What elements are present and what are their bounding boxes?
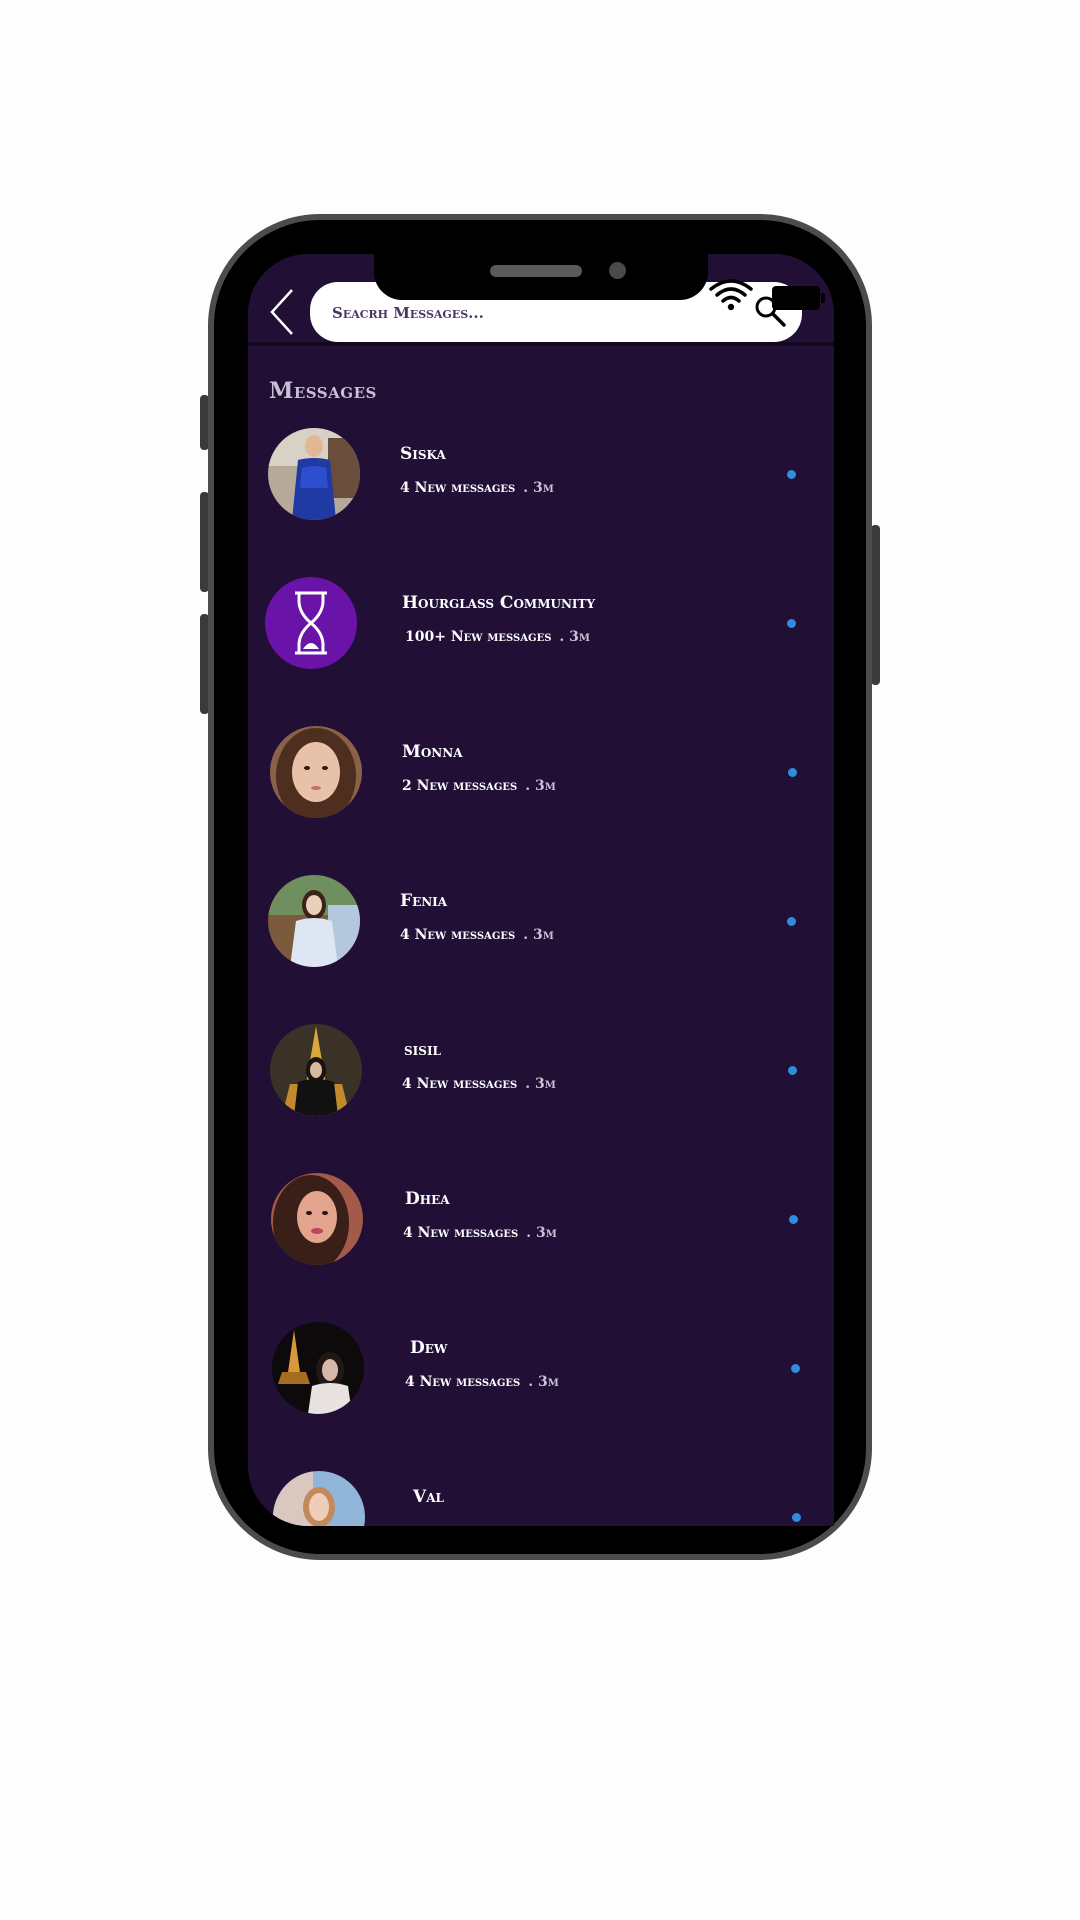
unread-indicator <box>788 1066 797 1075</box>
unread-indicator <box>792 1513 801 1522</box>
new-messages-count: 4 New messages <box>403 1225 519 1241</box>
message-summary: 4 New messages . 3m <box>403 1225 557 1241</box>
timestamp: . 3m <box>523 927 554 943</box>
unread-indicator <box>789 1215 798 1224</box>
new-messages-count: 4 New messages <box>405 1374 521 1390</box>
timestamp: . 3m <box>523 480 554 496</box>
contact-name: Val <box>413 1487 444 1507</box>
conversation-item[interactable]: Dew 4 New messages . 3m <box>248 1322 834 1442</box>
contact-name: Siska <box>400 444 446 464</box>
new-messages-count: 4 New messages <box>402 1076 518 1092</box>
unread-indicator <box>791 1364 800 1373</box>
unread-indicator <box>787 917 796 926</box>
contact-name: sisil <box>404 1040 441 1060</box>
contact-name: Fenia <box>400 891 448 911</box>
chevron-left-icon[interactable] <box>268 288 298 336</box>
power-button <box>871 525 880 685</box>
avatar <box>268 875 360 967</box>
contact-name: Dew <box>410 1338 448 1358</box>
new-messages-count: 100+ New messages <box>405 629 552 645</box>
avatar <box>265 577 357 669</box>
speaker-grille <box>490 265 582 277</box>
avatar <box>272 1322 364 1414</box>
contact-name: Monna <box>402 742 463 762</box>
app-screen: Messages Siska 4 New messages . 3m <box>248 254 834 1526</box>
timestamp: . 3m <box>528 1374 559 1390</box>
unread-indicator <box>788 768 797 777</box>
conversation-item[interactable]: Siska 4 New messages . 3m <box>248 428 834 548</box>
message-summary: 100+ New messages . 3m <box>405 629 590 645</box>
message-summary: 4 New messages . 3m <box>402 1076 556 1092</box>
battery-icon <box>772 286 820 310</box>
message-summary: 4 New messages . 3m <box>400 927 554 943</box>
hourglass-icon <box>295 591 327 655</box>
conversation-item[interactable]: Dhea 4 New messages . 3m <box>248 1173 834 1293</box>
message-summary: 4 New messages . 3m <box>405 1374 559 1390</box>
contact-name: Hourglass Community <box>402 593 596 613</box>
message-summary: 4 New messages . 3m <box>400 480 554 496</box>
message-summary: 2 New messages . 3m <box>402 778 556 794</box>
unread-indicator <box>787 619 796 628</box>
front-camera <box>609 262 626 279</box>
conversation-item[interactable]: Val <box>248 1471 834 1526</box>
conversation-item[interactable]: Monna 2 New messages . 3m <box>248 726 834 846</box>
contact-name: Dhea <box>405 1189 450 1209</box>
timestamp: . 3m <box>559 629 590 645</box>
avatar <box>273 1471 365 1526</box>
avatar <box>268 428 360 520</box>
conversation-item[interactable]: sisil 4 New messages . 3m <box>248 1024 834 1144</box>
wifi-icon <box>709 279 753 311</box>
avatar <box>270 726 362 818</box>
new-messages-count: 2 New messages <box>402 778 518 794</box>
new-messages-count: 4 New messages <box>400 480 516 496</box>
timestamp: . 3m <box>525 1076 556 1092</box>
timestamp: . 3m <box>526 1225 557 1241</box>
avatar <box>271 1173 363 1265</box>
new-messages-count: 4 New messages <box>400 927 516 943</box>
conversation-item[interactable]: Hourglass Community 100+ New messages . 3… <box>248 577 834 697</box>
page-title: Messages <box>269 378 377 404</box>
avatar <box>270 1024 362 1116</box>
battery-tip <box>821 293 825 303</box>
unread-indicator <box>787 470 796 479</box>
conversation-item[interactable]: Fenia 4 New messages . 3m <box>248 875 834 995</box>
timestamp: . 3m <box>525 778 556 794</box>
